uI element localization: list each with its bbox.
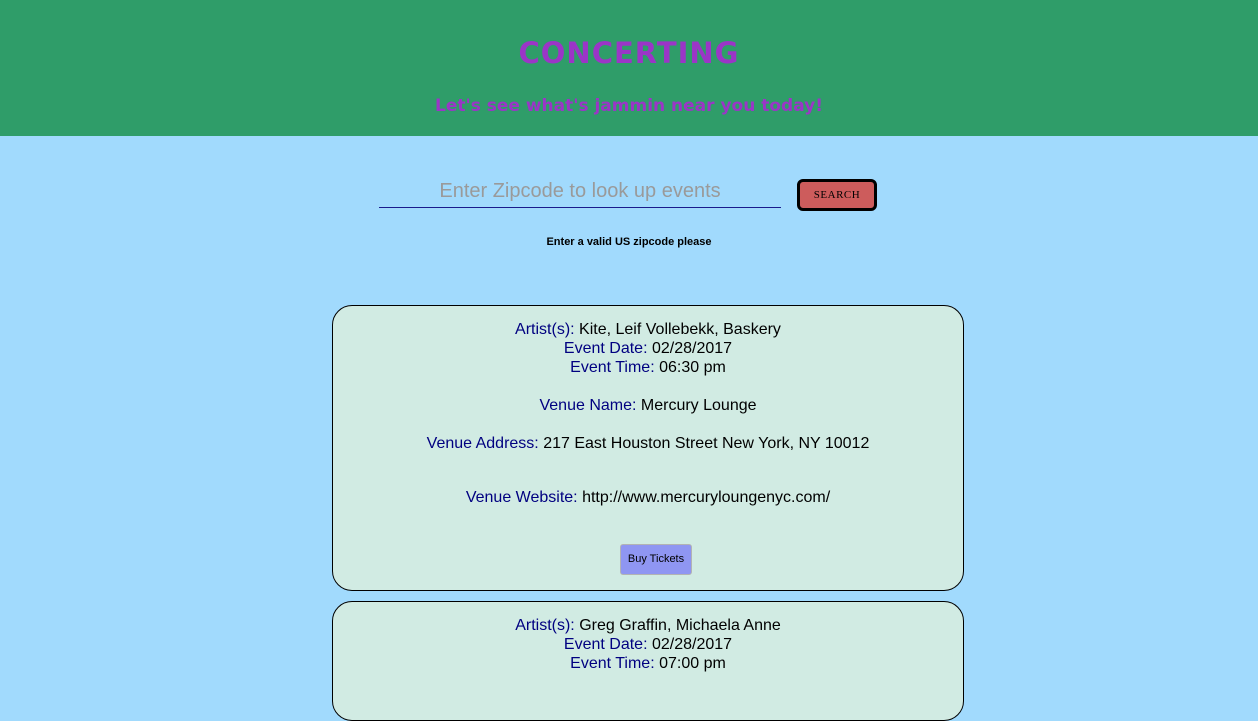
event-date-value: 02/28/2017	[651, 636, 733, 653]
artists-label: Artist(s):	[515, 617, 575, 634]
event-time-row: Event Time: 06:30 pm	[333, 358, 963, 377]
event-date-row: Event Date: 02/28/2017	[333, 339, 963, 358]
buy-tickets-button[interactable]: Buy Tickets	[620, 544, 692, 575]
artists-row: Artist(s): Kite, Leif Vollebekk, Baskery	[333, 320, 963, 339]
venue-website-link[interactable]: http://www.mercuryloungenyc.com/	[582, 489, 830, 506]
event-date-row: Event Date: 02/28/2017	[333, 635, 963, 654]
zipcode-search-input[interactable]	[379, 176, 781, 208]
zipcode-hint: Enter a valid US zipcode please	[546, 236, 712, 248]
venue-website-label: Venue Website:	[465, 489, 578, 506]
event-card: Artist(s): Kite, Leif Vollebekk, Baskery…	[332, 305, 964, 591]
event-date-label: Event Date:	[563, 636, 648, 653]
event-time-value: 06:30 pm	[659, 359, 726, 376]
venue-name-row: Venue Name: Mercury Lounge	[333, 396, 963, 415]
venue-name-label: Venue Name:	[539, 397, 637, 414]
event-date-value: 02/28/2017	[651, 340, 733, 357]
event-card: Artist(s): Greg Graffin, Michaela Anne E…	[332, 601, 964, 721]
site-title: CONCERTING	[518, 36, 740, 70]
artists-value: Kite, Leif Vollebekk, Baskery	[579, 321, 781, 338]
venue-name-value: Mercury Lounge	[640, 397, 757, 414]
site-header: CONCERTING Let's see what's jammin near …	[0, 0, 1258, 136]
event-time-label: Event Time:	[570, 359, 655, 376]
event-time-value: 07:00 pm	[659, 655, 726, 672]
venue-address-label: Venue Address:	[426, 435, 539, 452]
event-time-row: Event Time: 07:00 pm	[333, 654, 963, 673]
search-button[interactable]: SEARCH	[797, 179, 877, 211]
venue-website-row: Venue Website: http://www.mercuryloungen…	[333, 488, 963, 507]
venue-address-row: Venue Address: 217 East Houston Street N…	[333, 434, 963, 453]
artists-row: Artist(s): Greg Graffin, Michaela Anne	[333, 616, 963, 635]
site-subtitle: Let's see what's jammin near you today!	[435, 96, 823, 116]
artists-label: Artist(s):	[515, 321, 575, 338]
artists-value: Greg Graffin, Michaela Anne	[579, 617, 781, 634]
venue-address-value: 217 East Houston Street New York, NY 100…	[543, 435, 870, 452]
event-date-label: Event Date:	[563, 340, 648, 357]
event-time-label: Event Time:	[570, 655, 655, 672]
